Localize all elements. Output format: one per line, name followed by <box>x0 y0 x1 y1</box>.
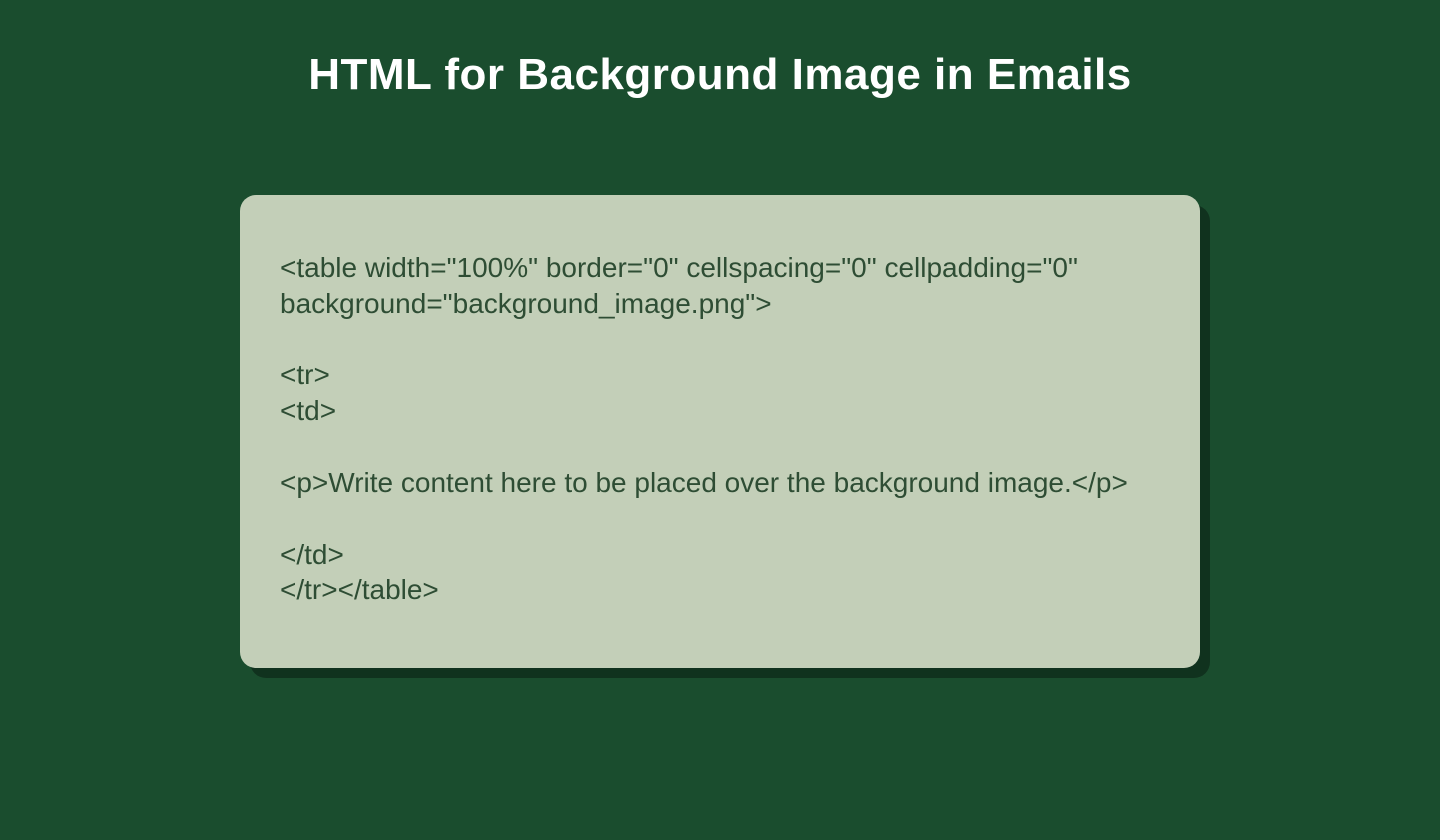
code-line-3: <tr> <box>280 359 330 390</box>
code-block: <table width="100%" border="0" cellspaci… <box>240 195 1200 668</box>
code-content: <table width="100%" border="0" cellspaci… <box>280 250 1160 608</box>
code-line-8: </td> <box>280 539 344 570</box>
code-line-9: </tr></table> <box>280 574 439 605</box>
page-title: HTML for Background Image in Emails <box>0 50 1440 100</box>
code-line-1: <table width="100%" border="0" cellspaci… <box>280 252 1086 319</box>
code-line-4: <td> <box>280 395 336 426</box>
document-container: HTML for Background Image in Emails <tab… <box>0 0 1440 840</box>
code-line-6: <p>Write content here to be placed over … <box>280 467 1128 498</box>
